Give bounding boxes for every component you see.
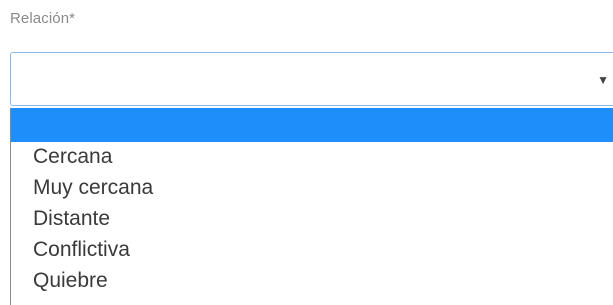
relacion-label: Relación* [10, 10, 76, 27]
option-conflictiva[interactable]: Conflictiva [11, 233, 613, 266]
option-empty[interactable] [11, 108, 613, 142]
option-distante[interactable]: Distante [11, 202, 613, 235]
relacion-select[interactable]: ▼ [10, 52, 613, 106]
option-cercana[interactable]: Cercana [11, 140, 613, 173]
dropdown-arrow-icon: ▼ [597, 73, 609, 87]
option-quiebre[interactable]: Quiebre [11, 264, 613, 297]
option-muy-cercana[interactable]: Muy cercana [11, 171, 613, 204]
relacion-dropdown-list: Cercana Muy cercana Distante Conflictiva… [10, 108, 613, 305]
